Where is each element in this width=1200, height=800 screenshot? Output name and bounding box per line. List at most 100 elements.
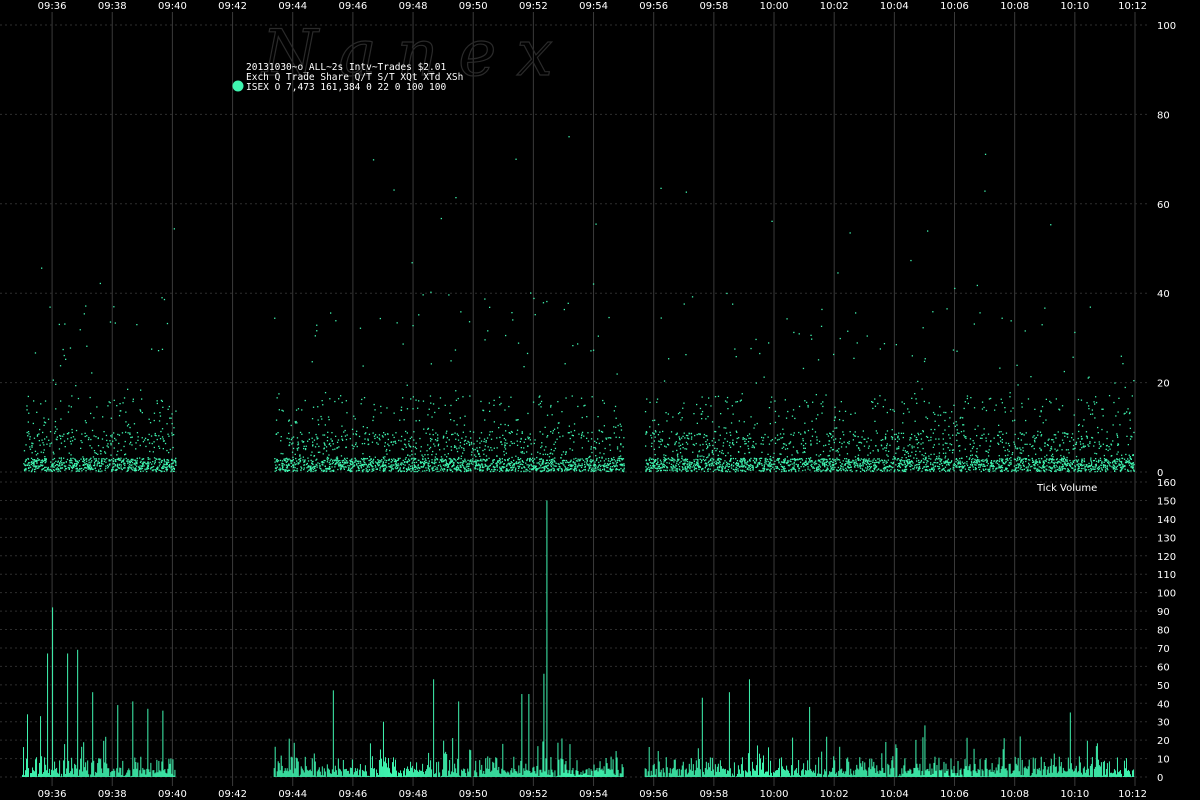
scatter-point [593, 469, 595, 471]
scatter-point [597, 466, 599, 468]
scatter-point [117, 433, 119, 436]
scatter-point [876, 432, 878, 434]
scatter-point [95, 452, 97, 455]
scatter-point [327, 416, 330, 418]
scatter-point [467, 468, 469, 470]
scatter-point [453, 464, 455, 467]
scatter-point [500, 441, 502, 443]
scatter-point [856, 465, 858, 467]
scatter-point [894, 458, 896, 460]
scatter-point [469, 395, 471, 397]
scatter-point [584, 468, 586, 471]
scatter-point [790, 458, 792, 460]
scatter-point [484, 448, 486, 451]
scatter-point [666, 420, 668, 422]
scatter-point [325, 450, 328, 452]
scatter-point [111, 459, 113, 461]
scatter-point [670, 467, 672, 469]
scatter-point [462, 396, 464, 398]
scatter-point [900, 459, 903, 461]
scatter-point [778, 415, 780, 417]
scatter-point [540, 458, 543, 460]
scatter-point [479, 465, 481, 467]
scatter-point [424, 458, 426, 460]
scatter-point [43, 468, 45, 470]
scatter-point [827, 465, 829, 467]
scatter-point [352, 462, 354, 464]
scatter-point [749, 458, 751, 461]
scatter-point [326, 470, 328, 472]
scatter-point [741, 393, 743, 395]
scatter-point [71, 395, 73, 397]
scatter-point [913, 468, 915, 470]
scatter-point [110, 435, 112, 437]
scatter-point [341, 435, 343, 438]
scatter-point [324, 460, 326, 462]
scatter-point [322, 434, 324, 436]
scatter-point [722, 470, 724, 473]
scatter-point [562, 451, 565, 453]
scatter-point [828, 443, 830, 445]
scatter-point [39, 444, 41, 446]
scatter-point [952, 349, 955, 351]
scatter-point [707, 456, 709, 458]
scatter-point [805, 464, 807, 466]
scatter-point [114, 322, 116, 324]
scatter-point [152, 461, 154, 463]
scatter-point [505, 334, 507, 337]
scatter-point [63, 457, 65, 459]
scatter-point [141, 437, 143, 439]
scatter-point [541, 442, 543, 444]
scatter-point [976, 461, 978, 463]
scatter-point [26, 405, 28, 407]
scatter-point [885, 447, 888, 449]
scatter-point [769, 471, 771, 473]
scatter-point [76, 463, 78, 465]
scatter-point [489, 306, 491, 308]
scatter-point [162, 406, 164, 408]
scatter-point [939, 470, 941, 472]
scatter-point [297, 441, 299, 443]
scatter-point [941, 465, 944, 467]
scatter-point [433, 443, 435, 445]
scatter-point [295, 422, 297, 424]
scatter-point [725, 470, 727, 472]
scatter-point [78, 470, 80, 472]
scatter-point [877, 450, 879, 452]
scatter-point [510, 462, 512, 465]
scatter-point [945, 411, 947, 414]
scatter-point [139, 465, 141, 467]
scatter-point [868, 460, 871, 462]
scatter-point [705, 404, 707, 406]
scatter-point [437, 439, 439, 441]
scatter-point [123, 458, 125, 460]
scatter-point [499, 459, 501, 461]
scatter-point [45, 466, 47, 468]
scatter-point [552, 432, 554, 434]
scatter-point [969, 469, 971, 471]
scatter-point [504, 409, 506, 411]
scatter-point [604, 466, 606, 468]
scatter-point [369, 456, 371, 458]
scatter-point [790, 470, 793, 472]
scatter-point [905, 460, 907, 462]
scatter-point [135, 448, 137, 450]
scatter-point [577, 405, 579, 408]
scatter-point [474, 448, 476, 451]
scatter-point [345, 438, 348, 441]
scatter-point [544, 426, 546, 428]
scatter-point [372, 461, 374, 463]
scatter-point [363, 469, 365, 471]
scatter-point [795, 463, 797, 465]
scatter-point [654, 419, 656, 421]
scatter-point [817, 466, 819, 468]
scatter-point [490, 438, 493, 440]
scatter-point [559, 467, 561, 469]
scatter-point [903, 460, 905, 462]
scatter-point [329, 398, 331, 400]
scatter-point [96, 463, 98, 465]
scatter-point [907, 464, 909, 466]
scatter-point [784, 467, 786, 470]
scatter-point [125, 431, 127, 433]
scatter-point [298, 458, 301, 460]
